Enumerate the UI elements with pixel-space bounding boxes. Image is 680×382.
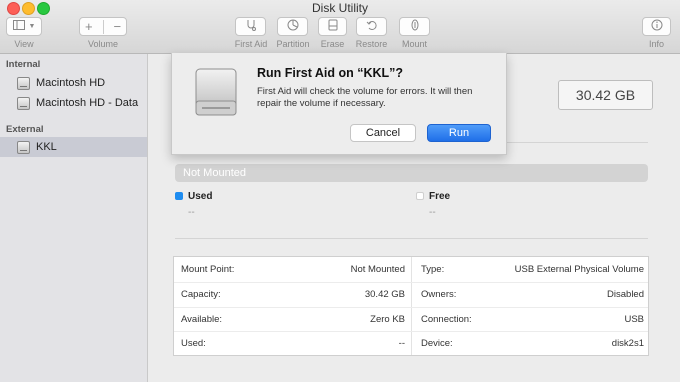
volume-usage-bar: Not Mounted [175,164,648,182]
type-key: Type: [421,264,445,275]
used-swatch [175,192,183,200]
view-button[interactable]: ▼ [6,17,42,36]
mount-button[interactable] [399,17,430,36]
info-table: Mount Point: Not Mounted Capacity: 30.42… [173,256,649,356]
stethoscope-icon [245,19,257,34]
cancel-button[interactable]: Cancel [350,124,416,142]
eraser-icon [327,19,339,34]
sidebar-item-label: Macintosh HD - Data [36,97,139,109]
free-value: -- [429,207,436,218]
toolbar: Disk Utility ▼ View + − Volume First Aid… [0,0,680,54]
owners-key: Owners: [421,289,457,300]
row-divider [174,282,648,283]
capacity-key: Capacity: [181,289,221,300]
info-label: Info [648,39,664,49]
mount-point-value: Not Mounted [350,264,405,275]
column-divider [411,257,412,355]
connection-key: Connection: [421,314,472,325]
type-value: USB External Physical Volume [514,264,644,275]
internal-disk-icon [17,96,30,110]
used-value: -- [188,207,195,218]
connection-value: USB [624,314,644,325]
window-title: Disk Utility [312,1,368,15]
capacity-display: 30.42 GB [558,80,653,110]
dialog-title: Run First Aid on “KKL”? [257,66,404,80]
restore-arrow-icon [366,19,378,34]
run-button[interactable]: Run [427,124,491,142]
mount-label: Mount [401,39,427,49]
sidebar-item-macintosh-hd-data[interactable]: Macintosh HD - Data [0,93,147,113]
used-label: Used [188,191,213,202]
free-swatch [416,192,424,200]
drive-icon [194,67,238,120]
erase-label: Erase [320,39,345,49]
volume-buttons: + − [79,17,127,36]
divider [175,238,648,239]
internal-disk-icon [17,76,30,90]
mount-icon [409,19,421,34]
used-key: Used: [181,338,206,349]
volume-label: Volume [87,39,119,49]
sidebar-icon [12,20,25,33]
sidebar-item-macintosh-hd[interactable]: Macintosh HD [0,73,147,93]
dialog-message: First Aid will check the volume for erro… [257,86,473,109]
view-label: View [14,39,34,49]
first-aid-label: First Aid [234,39,268,49]
sidebar-item-label: KKL [36,141,57,153]
partition-button[interactable] [277,17,308,36]
add-volume-icon[interactable]: + [85,19,93,34]
free-label: Free [429,191,451,202]
internal-header: Internal [6,59,41,70]
sidebar-item-kkl[interactable]: KKL [0,137,147,157]
used-table-value: -- [398,338,405,349]
info-button[interactable] [642,17,671,36]
external-disk-icon [17,140,30,154]
available-key: Available: [181,314,223,325]
first-aid-button[interactable] [235,17,266,36]
row-divider [174,307,648,308]
device-key: Device: [421,338,453,349]
available-value: Zero KB [370,314,405,325]
sidebar: Internal Macintosh HD Macintosh HD - Dat… [0,54,148,382]
partition-label: Partition [276,39,310,49]
restore-button[interactable] [356,17,387,36]
info-icon [651,19,663,34]
first-aid-dialog: Run First Aid on “KKL”? First Aid will c… [171,53,507,155]
external-header: External [6,124,44,135]
row-divider [174,331,648,332]
owners-value: Disabled [607,289,644,300]
remove-volume-icon[interactable]: − [113,19,121,34]
chevron-down-icon: ▼ [28,23,36,30]
restore-label: Restore [355,39,388,49]
mount-point-key: Mount Point: [181,264,235,275]
pie-chart-icon [287,19,299,34]
sidebar-item-label: Macintosh HD [36,77,106,89]
capacity-value: 30.42 GB [364,289,405,300]
device-value: disk2s1 [611,338,644,349]
erase-button[interactable] [318,17,347,36]
